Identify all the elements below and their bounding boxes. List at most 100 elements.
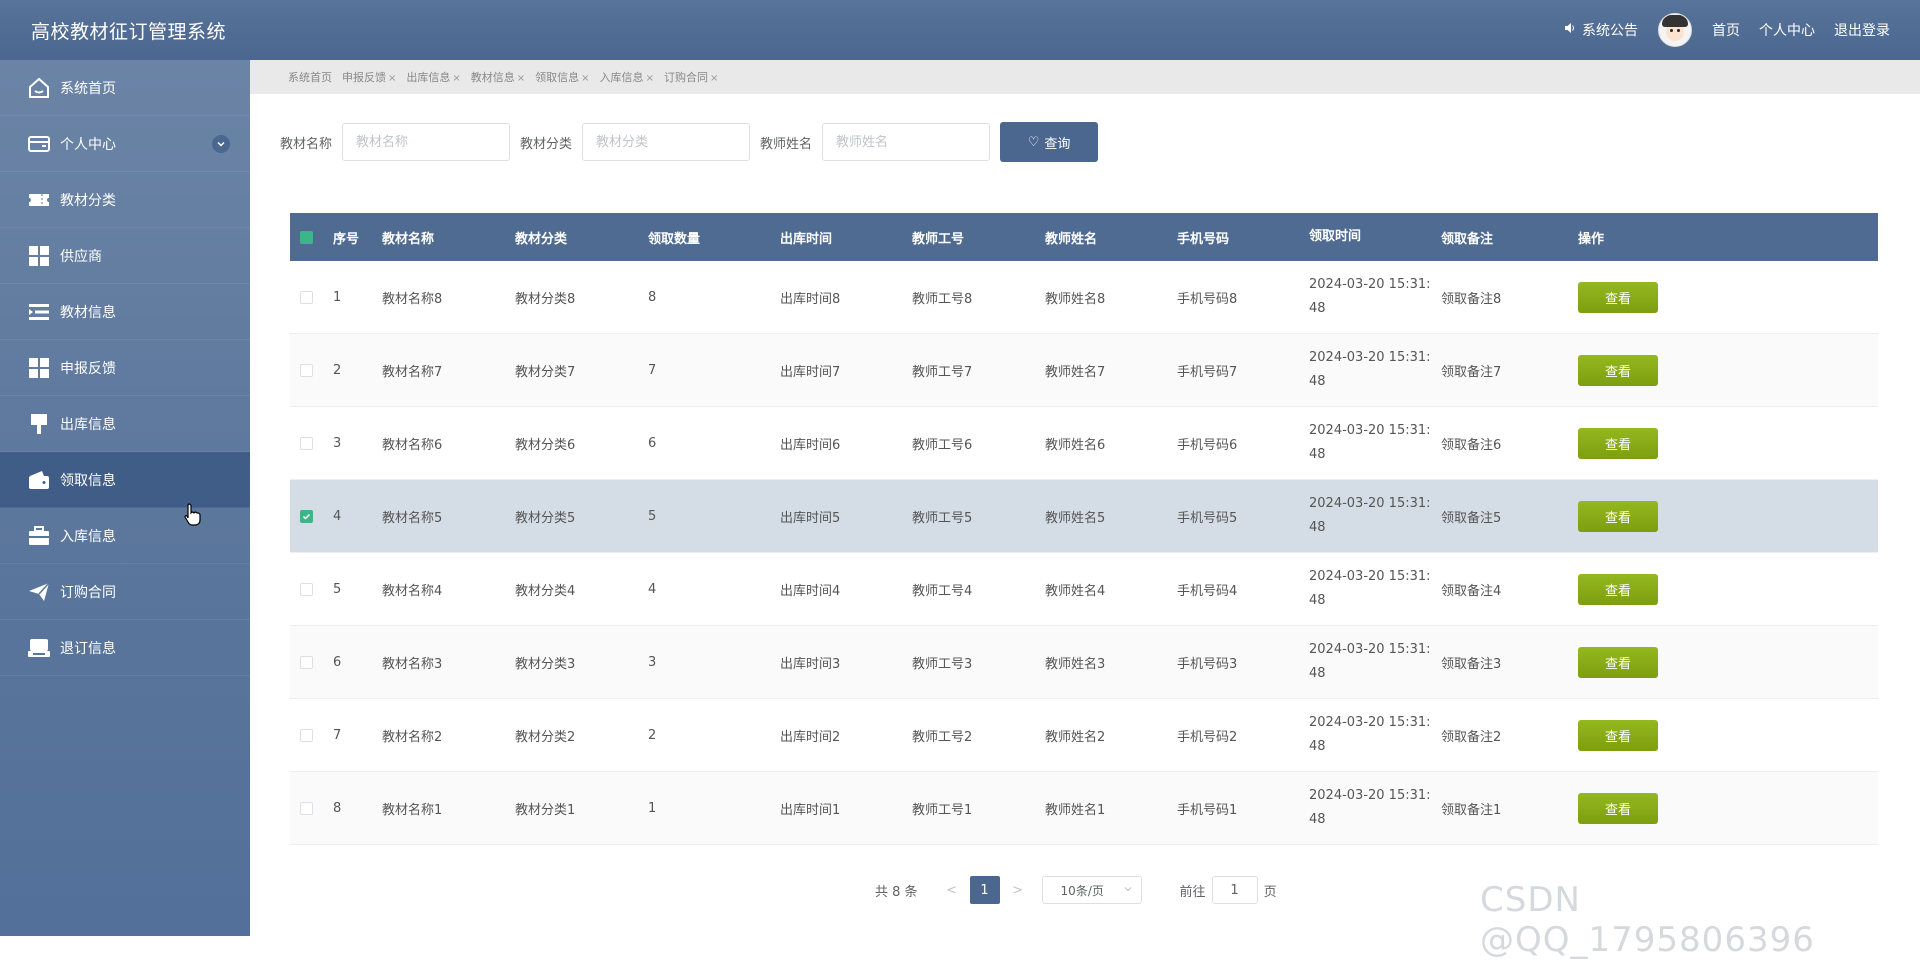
logout-link[interactable]: 退出登录: [1834, 20, 1890, 40]
row-checkbox[interactable]: [300, 363, 313, 377]
sidebar-item-label: 入库信息: [60, 528, 116, 545]
page-size-select[interactable]: 10条/页: [1041, 876, 1142, 904]
total-count: 共 8 条: [875, 884, 918, 900]
sidebar-item-contract[interactable]: 订购合同: [0, 564, 250, 620]
sidebar-item-home[interactable]: 系统首页: [0, 60, 250, 116]
cell-note: 领取备注2: [1441, 729, 1502, 745]
goto-page-input[interactable]: [1211, 876, 1258, 904]
tab-feedback[interactable]: 申报反馈 ×: [342, 69, 406, 85]
close-icon[interactable]: ×: [646, 73, 654, 84]
sidebar-item-supplier[interactable]: 供应商: [0, 228, 250, 284]
page-number-current[interactable]: 1: [969, 876, 1000, 904]
sidebar-item-label: 申报反馈: [60, 360, 116, 377]
cell-category: 教材分类3: [515, 656, 576, 672]
cell-phone: 手机号码3: [1177, 656, 1238, 672]
sidebar-item-textbook-info[interactable]: 教材信息: [0, 284, 250, 340]
tab-home[interactable]: 系统首页: [288, 69, 342, 85]
table-row[interactable]: 6 教材名称3 教材分类3 3 出库时间3 教师工号3 教师姓名3 手机号码3 2024-03-…: [290, 626, 1878, 699]
cell-teacher-name: 教师姓名6: [1045, 437, 1106, 453]
sidebar-item-inbound[interactable]: 入库信息: [0, 508, 250, 564]
view-button[interactable]: 查看: [1578, 646, 1658, 678]
table-row[interactable]: 4 教材名称5 教材分类5 5 出库时间5 教师工号5 教师姓名5 手机号码5 2024-03-…: [290, 480, 1878, 553]
home-link[interactable]: 首页: [1712, 20, 1740, 40]
row-checkbox[interactable]: [300, 290, 313, 304]
row-checkbox[interactable]: [300, 436, 313, 450]
view-button[interactable]: 查看: [1578, 719, 1658, 751]
row-checkbox[interactable]: [300, 509, 313, 523]
tab-outbound[interactable]: 出库信息 ×: [406, 69, 470, 85]
tab-contract[interactable]: 订购合同 ×: [664, 69, 728, 85]
close-icon[interactable]: ×: [388, 73, 396, 84]
tab-textbook-info[interactable]: 教材信息 ×: [471, 69, 535, 85]
cell-name: 教材名称1: [382, 802, 443, 818]
cell-outbound-time: 出库时间6: [780, 437, 841, 453]
cell-pickup-time: 2024-03-20 15:31:48: [1309, 423, 1431, 462]
notice-label: 系统公告: [1582, 23, 1638, 39]
tab-pickup[interactable]: 领取信息 ×: [535, 69, 599, 85]
speaker-icon: [1564, 22, 1576, 38]
close-icon[interactable]: ×: [710, 73, 718, 84]
close-icon[interactable]: ×: [581, 73, 589, 84]
textbook-category-input[interactable]: [582, 123, 751, 161]
sidebar-item-unsubscribe[interactable]: 退订信息: [0, 620, 250, 676]
search-button[interactable]: ♡ 查询: [1000, 122, 1099, 162]
cell-teacher-id: 教师工号8: [912, 291, 973, 307]
table-row[interactable]: 8 教材名称1 教材分类1 1 出库时间1 教师工号1 教师姓名1 手机号码1 2024-03-…: [290, 772, 1878, 845]
card-icon: [26, 131, 52, 157]
chevron-down-icon[interactable]: [212, 135, 230, 153]
notice-link[interactable]: 系统公告: [1564, 20, 1638, 40]
view-button[interactable]: 查看: [1578, 573, 1658, 605]
sidebar-item-outbound[interactable]: 出库信息: [0, 396, 250, 452]
row-checkbox[interactable]: [300, 728, 313, 742]
cell-phone: 手机号码4: [1177, 583, 1238, 599]
cell-teacher-id: 教师工号4: [912, 583, 973, 599]
table-row[interactable]: 2 教材名称7 教材分类7 7 出库时间7 教师工号7 教师姓名7 手机号码7 2024-03-…: [290, 334, 1878, 407]
teacher-name-input[interactable]: [822, 123, 991, 161]
cell-pickup-time: 2024-03-20 15:31:48: [1309, 788, 1431, 827]
cell-quantity: 3: [648, 654, 657, 670]
header-phone: 手机号码: [1177, 231, 1230, 247]
table-row[interactable]: 3 教材名称6 教材分类6 6 出库时间6 教师工号6 教师姓名6 手机号码6 2024-03-…: [290, 407, 1878, 480]
row-checkbox[interactable]: [300, 582, 313, 596]
prev-page-button[interactable]: <: [938, 883, 966, 898]
row-checkbox[interactable]: [300, 655, 313, 669]
cell-note: 领取备注5: [1441, 510, 1502, 526]
table-row[interactable]: 7 教材名称2 教材分类2 2 出库时间2 教师工号2 教师姓名2 手机号码2 2024-03-…: [290, 699, 1878, 772]
cell-name: 教材名称8: [382, 291, 443, 307]
sidebar-item-feedback[interactable]: 申报反馈: [0, 340, 250, 396]
sidebar: 系统首页 个人中心 教材分类 供应商 教材信息 申报反馈 出库信息 领取信息 入…: [0, 60, 250, 936]
header-note: 领取备注: [1441, 231, 1494, 247]
tab-inbound[interactable]: 入库信息 ×: [600, 69, 664, 85]
sidebar-item-profile[interactable]: 个人中心: [0, 116, 250, 172]
cell-note: 领取备注4: [1441, 583, 1502, 599]
cell-teacher-name: 教师姓名1: [1045, 802, 1106, 818]
view-button[interactable]: 查看: [1578, 427, 1658, 459]
header-category: 教材分类: [515, 231, 568, 247]
view-button[interactable]: 查看: [1578, 281, 1658, 313]
profile-link[interactable]: 个人中心: [1759, 20, 1815, 40]
cell-no: 6: [333, 654, 342, 670]
cell-teacher-id: 教师工号1: [912, 802, 973, 818]
next-page-button[interactable]: >: [1004, 883, 1032, 898]
sidebar-item-textbook-category[interactable]: 教材分类: [0, 172, 250, 228]
avatar[interactable]: [1658, 13, 1692, 47]
close-icon[interactable]: ×: [517, 73, 525, 84]
view-button[interactable]: 查看: [1578, 354, 1658, 386]
cell-outbound-time: 出库时间8: [780, 291, 841, 307]
view-button[interactable]: 查看: [1578, 500, 1658, 532]
cell-no: 5: [333, 581, 342, 597]
chevron-down-icon: [1123, 883, 1133, 897]
cell-teacher-id: 教师工号2: [912, 729, 973, 745]
view-button[interactable]: 查看: [1578, 792, 1658, 824]
cell-category: 教材分类4: [515, 583, 576, 599]
select-all-checkbox[interactable]: [300, 230, 313, 244]
search-button-label: 查询: [1044, 136, 1071, 152]
sidebar-item-pickup[interactable]: 领取信息: [0, 452, 250, 508]
header-actions: 系统公告 首页 个人中心 退出登录: [1564, 0, 1890, 60]
close-icon[interactable]: ×: [452, 73, 460, 84]
table-row[interactable]: 5 教材名称4 教材分类4 4 出库时间4 教师工号4 教师姓名4 手机号码4 2024-03-…: [290, 553, 1878, 626]
textbook-name-input[interactable]: [342, 123, 511, 161]
page-size-value: 10条/页: [1060, 883, 1104, 898]
row-checkbox[interactable]: [300, 801, 313, 815]
table-row[interactable]: 1 教材名称8 教材分类8 8 出库时间8 教师工号8 教师姓名8 手机号码8 2024-03-…: [290, 261, 1878, 334]
